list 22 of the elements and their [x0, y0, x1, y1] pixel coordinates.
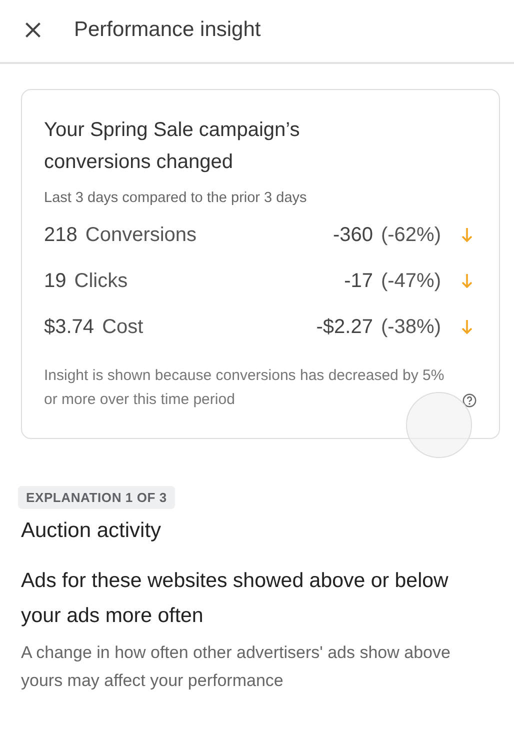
- card-title: Your Spring Sale campaign’s conversions changed: [44, 118, 301, 175]
- metric-value: $3.74: [44, 316, 94, 338]
- metric-name: Conversions: [85, 224, 198, 246]
- metric-value: 218: [44, 224, 78, 246]
- page-title: Performance insight: [74, 18, 261, 42]
- metric-value: 19: [44, 270, 66, 292]
- explanation-category: Auction activity: [21, 519, 162, 543]
- metric-percent: (-47%): [380, 270, 441, 292]
- metric-percent: (-38%): [380, 316, 441, 338]
- explanation-badge: EXPLANATION 1 OF 3: [18, 486, 175, 509]
- metric-percent: (-62%): [380, 224, 441, 246]
- insight-note: Insight is shown because conversions has decreased by 5% or more over this time period: [44, 366, 446, 410]
- metric-change: -17: [344, 270, 373, 292]
- metric-name: Clicks: [74, 270, 129, 292]
- metric-change: -360: [332, 224, 373, 246]
- explanation-heading: Ads for these websites showed above or below your ads more often: [21, 568, 450, 629]
- explanation-body: A change in how often other advertisers' ads show above yours may affect your performance: [21, 642, 452, 692]
- close-icon[interactable]: [24, 21, 42, 39]
- metric-name: Cost: [102, 316, 144, 338]
- help-icon[interactable]: [462, 393, 477, 408]
- card-subtitle: Last 3 days compared to the prior 3 days: [44, 190, 308, 206]
- metric-change: -$2.27: [316, 316, 373, 338]
